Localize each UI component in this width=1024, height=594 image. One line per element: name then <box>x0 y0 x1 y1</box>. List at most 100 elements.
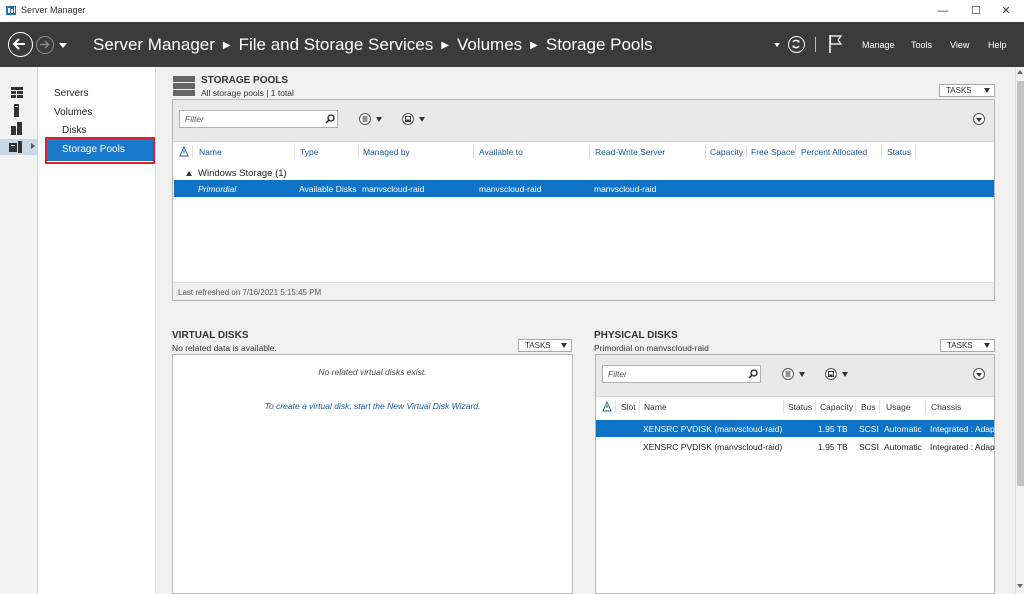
history-dropdown-icon[interactable] <box>59 43 67 48</box>
search-icon[interactable] <box>748 369 758 379</box>
virtual-disks-title: VIRTUAL DISKS <box>172 330 249 341</box>
save-query-dropdown-icon[interactable] <box>419 117 425 122</box>
column-header-name[interactable]: Name <box>199 147 222 157</box>
cell-read-write-server: manvscloud-raid <box>594 184 657 194</box>
column-divider <box>783 400 784 413</box>
tasks-dropdown-icon <box>984 343 990 348</box>
column-header-name[interactable]: Name <box>644 402 667 412</box>
chevron-down-icon <box>976 373 982 377</box>
tools-menu[interactable]: Tools <box>911 40 932 50</box>
column-header-type[interactable]: Type <box>300 147 318 157</box>
physical-disks-toolbar: Filter <box>596 355 994 397</box>
refresh-dropdown-icon[interactable] <box>774 43 780 47</box>
column-header-managed-by[interactable]: Managed by <box>363 147 410 157</box>
filter-options-dropdown-icon[interactable] <box>799 372 805 377</box>
expand-toolbar-button[interactable] <box>973 113 985 125</box>
header-divider <box>815 37 816 52</box>
search-icon[interactable] <box>325 114 335 124</box>
rail-local-server[interactable] <box>0 103 38 119</box>
column-header-slot[interactable]: Slot <box>621 402 636 412</box>
column-divider <box>879 400 880 413</box>
refresh-button[interactable] <box>788 36 805 53</box>
breadcrumb-server-manager[interactable]: Server Manager <box>93 35 215 54</box>
table-row[interactable]: XENSRC PVDISK (manvscloud-raid) 1.95 TB … <box>596 438 995 455</box>
tasks-dropdown-icon <box>984 88 990 93</box>
breadcrumb-volumes[interactable]: Volumes <box>457 35 522 54</box>
column-divider <box>294 145 295 158</box>
cell-chassis: Integrated : Adap <box>930 424 995 434</box>
column-header-chassis[interactable]: Chassis <box>931 402 961 412</box>
storage-pools-title: STORAGE POOLS <box>201 75 289 86</box>
virtual-disks-panel: No related virtual disks exist. To creat… <box>172 354 573 594</box>
cell-bus: SCSI <box>859 442 879 452</box>
group-header-windows-storage[interactable]: Windows Storage (1) <box>198 168 287 179</box>
rail-all-servers[interactable] <box>0 121 38 137</box>
vertical-scrollbar[interactable] <box>1015 67 1024 594</box>
virtual-disks-tasks-button[interactable]: TASKS <box>518 339 572 352</box>
save-query-button[interactable] <box>402 113 414 125</box>
column-header-status[interactable]: Status <box>887 147 911 157</box>
filter-options-button[interactable] <box>782 368 794 380</box>
scrollbar-thumb[interactable] <box>1017 81 1024 486</box>
column-divider <box>705 145 706 158</box>
column-header-bus[interactable]: Bus <box>861 402 876 412</box>
save-icon <box>828 371 834 377</box>
minimize-button[interactable]: — <box>928 3 958 19</box>
close-button[interactable]: ✕ <box>991 3 1021 19</box>
column-header-read-write-server[interactable]: Read-Write Server <box>595 147 665 157</box>
notifications-flag-icon[interactable] <box>828 34 844 54</box>
nav-item-servers[interactable]: Servers <box>54 88 88 99</box>
expand-toolbar-button[interactable] <box>973 368 985 380</box>
breadcrumb-file-storage[interactable]: File and Storage Services <box>239 35 434 54</box>
view-menu[interactable]: View <box>950 40 969 50</box>
column-divider <box>795 145 796 158</box>
storage-pools-icon <box>173 76 195 96</box>
refresh-icon <box>792 39 800 49</box>
table-row[interactable]: Primordial Available Disks manvscloud-ra… <box>174 180 994 197</box>
nav-item-volumes[interactable]: Volumes <box>54 107 92 118</box>
column-divider <box>473 145 474 158</box>
save-query-button[interactable] <box>825 368 837 380</box>
back-arrow-icon <box>12 38 25 50</box>
physical-disks-subtitle: Primordial on manvscloud-raid <box>594 343 709 353</box>
column-header-capacity[interactable]: Capacity <box>820 402 853 412</box>
forward-button[interactable] <box>36 36 54 54</box>
help-menu[interactable]: Help <box>988 40 1007 50</box>
filter-options-dropdown-icon[interactable] <box>376 117 382 122</box>
save-query-dropdown-icon[interactable] <box>842 372 848 377</box>
column-header-percent-allocated[interactable]: Percent Allocated <box>801 147 867 157</box>
scroll-down-icon[interactable] <box>1017 584 1023 588</box>
storage-pools-tasks-button[interactable]: TASKS <box>939 84 995 97</box>
icon-rail <box>0 67 38 594</box>
column-divider <box>746 145 747 158</box>
cell-capacity: 1.95 TB <box>818 424 848 434</box>
column-header-capacity[interactable]: Capacity <box>710 147 743 157</box>
group-collapse-icon[interactable] <box>186 171 192 176</box>
column-divider <box>915 145 916 158</box>
warning-column-icon <box>179 146 189 157</box>
physical-disks-filter-input[interactable]: Filter <box>602 365 761 383</box>
scroll-up-icon[interactable] <box>1017 70 1023 74</box>
column-header-free-space[interactable]: Free Space <box>751 147 795 157</box>
main-content: STORAGE POOLS All storage pools | 1 tota… <box>157 67 1015 594</box>
manage-menu[interactable]: Manage <box>862 40 895 50</box>
column-divider <box>815 400 816 413</box>
cell-name: XENSRC PVDISK (manvscloud-raid) <box>643 424 783 434</box>
cell-available-to: manvscloud-raid <box>479 184 542 194</box>
column-header-status[interactable]: Status <box>788 402 812 412</box>
back-button[interactable] <box>8 32 33 57</box>
physical-disks-tasks-button[interactable]: TASKS <box>940 339 995 352</box>
column-header-available-to[interactable]: Available to <box>479 147 523 157</box>
table-row[interactable]: XENSRC PVDISK (manvscloud-raid) 1.95 TB … <box>596 420 995 437</box>
storage-pools-filter-input[interactable]: Filter <box>179 110 338 128</box>
cell-usage: Automatic <box>884 442 922 452</box>
rail-dashboard[interactable] <box>0 85 38 101</box>
new-virtual-disk-wizard-link[interactable]: To create a virtual disk, start the New … <box>173 401 572 411</box>
storage-pools-toolbar: Filter <box>173 100 994 142</box>
maximize-button[interactable]: ☐ <box>961 3 991 19</box>
column-header-usage[interactable]: Usage <box>886 402 911 412</box>
filter-options-button[interactable] <box>359 113 371 125</box>
navigation-pane: Servers Volumes Disks Storage Pools <box>39 67 156 594</box>
rail-file-storage-services[interactable] <box>0 139 38 155</box>
nav-item-disks[interactable]: Disks <box>62 125 86 136</box>
